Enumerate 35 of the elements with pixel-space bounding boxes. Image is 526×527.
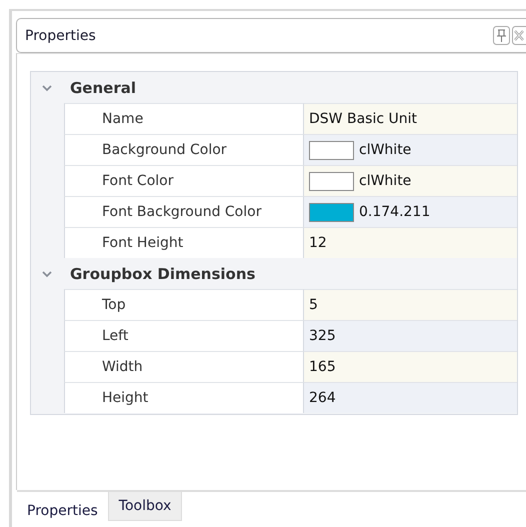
property-value: 264 [309,390,336,406]
pin-icon[interactable] [493,26,510,45]
property-name: Background Color [64,134,304,165]
property-name: Font Color [64,165,304,196]
property-value-cell[interactable]: clWhite [304,165,517,196]
property-name: Width [64,351,304,382]
chevron-icon[interactable] [42,84,52,92]
property-name: Top [64,289,304,320]
property-value: clWhite [359,142,412,158]
property-value-cell[interactable]: DSW Basic Unit [304,103,517,134]
property-name: Font Background Color [64,196,304,227]
property-name: Height [64,382,304,413]
property-name: Name [64,103,304,134]
property-name: Left [64,320,304,351]
property-value-cell[interactable]: 0.174.211 [304,196,517,227]
property-value-cell[interactable]: 264 [304,382,517,413]
property-value: 5 [309,297,318,313]
property-value-cell[interactable]: 165 [304,351,517,382]
category-title: Groupbox Dimensions [70,264,256,282]
category-title: General [70,78,136,96]
panel-title: Properties [25,28,97,44]
property-value: 325 [309,328,336,344]
property-value-cell[interactable]: 325 [304,320,517,351]
property-value-cell[interactable]: 12 [304,227,517,258]
property-value: clWhite [359,173,412,189]
tab[interactable]: Toolbox [108,492,182,521]
property-value-cell[interactable]: clWhite [304,134,517,165]
property-value: 12 [309,235,327,251]
property-value: 0.174.211 [359,204,430,220]
chevron-icon[interactable] [42,270,52,278]
property-value-cell[interactable]: 5 [304,289,517,320]
close-icon[interactable] [512,26,526,45]
property-value: 165 [309,359,336,375]
property-value: DSW Basic Unit [309,111,417,127]
property-name: Font Height [64,227,304,258]
